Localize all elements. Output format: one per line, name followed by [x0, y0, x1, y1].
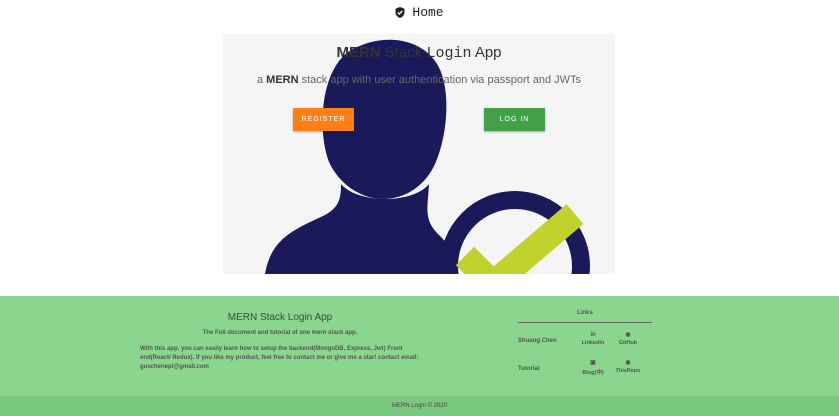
github-icon: ◉	[625, 332, 631, 338]
links-row-author: Shuang Chen in LinkedIn ◉ GitHub	[518, 332, 652, 350]
footer-title: MERN Stack Login App	[227, 312, 333, 323]
blog-link[interactable]: ▣ Blog(中)	[576, 360, 610, 376]
hero-title: MERN Stack Login App	[336, 44, 502, 62]
hero-card: MERN Stack Login App a MERN stack app wi…	[223, 34, 615, 274]
links-heading: Links	[518, 310, 652, 323]
top-nav: Home	[0, 0, 839, 20]
home-label: Home	[412, 4, 444, 20]
home-link[interactable]: Home	[395, 4, 444, 20]
footer: MERN Stack Login App The Full document a…	[0, 296, 839, 416]
footer-subtitle: The Full document and tutorial of one me…	[202, 330, 358, 336]
user-verified-illustration	[265, 39, 590, 274]
register-button[interactable]: REGISTER	[293, 108, 354, 131]
footer-description: With this app, you can easily learn how …	[140, 346, 419, 370]
repo-link[interactable]: ◉ ThisRepo	[611, 360, 645, 374]
shield-check-icon	[395, 6, 405, 18]
links-row-label: Shuang Chen	[518, 338, 557, 344]
github-link[interactable]: ◉ GitHub	[611, 332, 645, 346]
linkedin-link[interactable]: in LinkedIn	[576, 332, 610, 346]
links-row-tutorial: Tutorial ▣ Blog(中) ◉ ThisRepo	[518, 360, 652, 378]
linkedin-icon: in	[590, 332, 596, 338]
footer-links: Links Shuang Chen in LinkedIn ◉ GitHub T…	[518, 310, 652, 376]
footer-copyright-bar: MERN Login © 2020	[0, 396, 839, 416]
login-button[interactable]: LOG IN	[484, 108, 545, 131]
copyright-text: MERN Login © 2020	[391, 403, 448, 409]
blog-icon: ▣	[590, 360, 596, 366]
github-icon: ◉	[625, 360, 631, 366]
links-row-label: Tutorial	[518, 366, 540, 372]
hero-subtitle: a MERN stack app with user authenticatio…	[256, 74, 582, 86]
